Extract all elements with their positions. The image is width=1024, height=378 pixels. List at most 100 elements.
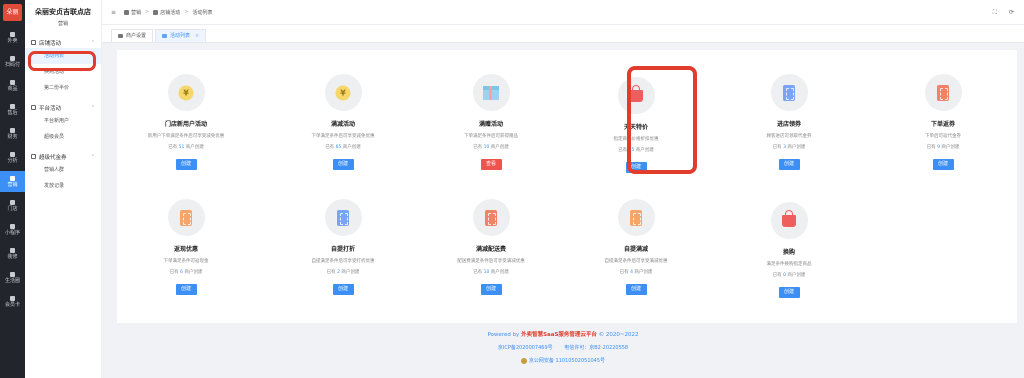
create-button[interactable]: 创建 — [625, 284, 647, 295]
rail-item[interactable]: 生活圈 — [0, 267, 25, 288]
create-button[interactable]: 创建 — [480, 284, 502, 295]
shop-icon — [162, 34, 168, 38]
activity-count: 已有 0 商户创建 — [724, 272, 854, 278]
refresh-icon[interactable]: ⟳ — [1009, 9, 1014, 17]
rail-item[interactable]: 商品 — [0, 75, 25, 96]
count-suffix: 商户创建 — [182, 270, 203, 275]
activity-description: 自提满足条件后可享受打折优惠 — [311, 259, 375, 264]
sidebar-item[interactable]: 超级会员 — [25, 129, 101, 145]
rail-icon — [10, 295, 15, 301]
create-button[interactable]: 创建 — [332, 284, 354, 295]
coin-icon: ¥ — [335, 85, 351, 100]
police-link[interactable]: 京公网安备 11010502051045号 — [529, 357, 605, 364]
activity-icon-circle — [770, 202, 808, 239]
tab-merchant-settings[interactable]: 商户设置 — [111, 29, 154, 42]
sidebar-group[interactable]: 超级代金券 ⌃ — [25, 151, 101, 162]
rail-item[interactable]: 售后 — [0, 99, 25, 120]
powered-brand[interactable]: 外卖智慧SaaS服务管理云平台 — [521, 332, 597, 338]
activity-title: 进店领券 — [776, 121, 801, 128]
chevron-up-icon: ⌃ — [90, 39, 95, 46]
rail-label: 生活圈 — [4, 277, 20, 284]
brand-logo[interactable]: 朵丽 — [3, 4, 22, 21]
sidebar-item[interactable]: 发放记录 — [25, 178, 101, 194]
sidebar-group[interactable]: 平台活动 ⌃ — [25, 102, 101, 113]
telecom-license-link[interactable]: 电信许可：京B2-20220558 — [564, 345, 628, 351]
count-prefix: 已有 — [772, 145, 784, 150]
activity-icon-circle — [324, 199, 362, 236]
sidebar-group[interactable]: 店铺活动 ⌃ — [25, 37, 101, 48]
rail-item[interactable]: 小程序 — [0, 219, 25, 240]
rail-icon — [10, 199, 15, 205]
rail-label: 会员卡 — [4, 301, 20, 308]
rail-item[interactable]: 营销 — [0, 171, 25, 192]
rail-item[interactable]: 外卖 — [0, 27, 25, 48]
close-icon[interactable]: × — [195, 30, 199, 43]
group-label: 平台活动 — [39, 105, 62, 112]
activity-icon-circle — [617, 199, 655, 236]
sidebar-item[interactable]: 营销人群 — [25, 162, 101, 178]
rail-item[interactable]: 扫码付 — [0, 51, 25, 72]
rail-item[interactable]: 财务 — [0, 123, 25, 144]
top-actions: ⛶ ⟳ — [993, 9, 1014, 17]
activity-card: 满赠活动 下单满足条件后可获得赠品 已有 10 商户创建 查看 — [426, 74, 556, 170]
create-button[interactable]: 创建 — [332, 159, 354, 170]
activity-count: 已有 65 商户创建 — [278, 144, 408, 150]
sidebar-item[interactable]: 第二份半价 — [25, 80, 101, 96]
coupon-icon — [485, 209, 497, 226]
rail-item[interactable]: 会员卡 — [0, 291, 25, 312]
rail-item[interactable]: 门店 — [0, 195, 25, 216]
activity-description: 满足条件换购指定商品 — [766, 262, 812, 267]
create-button[interactable]: 创建 — [778, 159, 800, 170]
fullscreen-icon[interactable]: ⛶ — [993, 9, 997, 17]
create-button[interactable]: 创建 — [932, 159, 954, 170]
count-suffix: 商户创建 — [785, 145, 806, 150]
store-icon — [153, 9, 159, 15]
activity-icon-circle: ¥ — [324, 74, 362, 111]
sidebar-item[interactable]: 平台新用户 — [25, 113, 101, 129]
coupon-icon — [180, 209, 192, 226]
coin-icon: ¥ — [178, 85, 194, 100]
count-prefix: 已有 — [473, 270, 484, 275]
activity-card: 下单返券 下单后可返代金券 已有 9 商户创建 创建 — [878, 74, 1008, 170]
activity-card: 自提打折 自提满足条件后可享受打折优惠 已有 2 商户创建 创建 — [278, 199, 408, 295]
top-bar: ≡ 营销 > 店铺活动 > 活动列表 ⛶ ⟳ — [102, 0, 1024, 25]
page-footer: Powered by 外卖智慧SaaS服务管理云平台 © 2020~2022 京… — [102, 330, 1024, 364]
rail-label: 售后 — [7, 109, 18, 116]
rail-label: 财务 — [7, 133, 18, 140]
activity-description: 新用户下单满足条件后可享受减免优惠 — [147, 134, 225, 139]
create-button[interactable]: 创建 — [175, 159, 197, 170]
activity-card: ¥ 满减活动 下单满足条件后可享受减免优惠 已有 65 商户创建 创建 — [278, 74, 408, 170]
breadcrumb-item: 活动列表 — [192, 9, 213, 16]
powered-prefix: Powered by — [487, 332, 522, 338]
breadcrumb-item[interactable]: 营销 — [131, 9, 141, 16]
tab-activity-list[interactable]: 活动列表 × — [155, 29, 207, 43]
activity-title: 下单返券 — [930, 121, 955, 128]
create-button[interactable]: 创建 — [778, 287, 800, 298]
breadcrumb: 营销 > 店铺活动 > 活动列表 — [124, 9, 212, 16]
activity-card: 进店领券 顾客进店可领取代金券 已有 3 商户创建 创建 — [724, 74, 854, 170]
create-button[interactable]: 创建 — [175, 284, 197, 295]
count-suffix: 商户创建 — [489, 270, 509, 275]
count-prefix: 已有 — [473, 145, 484, 150]
count-suffix: 商户创建 — [785, 273, 806, 278]
count-suffix: 商户创建 — [939, 145, 960, 150]
breadcrumb-item[interactable]: 店铺活动 — [160, 9, 180, 16]
activity-title: 自提打折 — [330, 246, 355, 253]
activity-card: 返现优惠 下单满足条件可返现金 已有 6 商户创建 创建 — [121, 199, 251, 295]
rail-icon — [10, 223, 15, 229]
rail-item[interactable]: 分析 — [0, 147, 25, 168]
view-button[interactable]: 查看 — [480, 159, 502, 170]
rail-label: 分析 — [7, 157, 18, 164]
rail-label: 小程序 — [4, 229, 20, 236]
activity-title: 自提满减 — [623, 246, 648, 253]
breadcrumb-separator: > — [184, 9, 189, 15]
icp-link[interactable]: 京ICP备2020007469号 — [498, 345, 553, 351]
rail-icon — [10, 127, 15, 133]
activity-count: 已有 4 商户创建 — [571, 269, 701, 275]
menu-fold-icon[interactable]: ≡ — [111, 9, 116, 16]
count-suffix: 商户创建 — [184, 145, 204, 150]
breadcrumb-separator: > — [145, 9, 150, 15]
activity-icon-circle — [472, 74, 510, 111]
group-label: 店铺活动 — [39, 40, 62, 47]
rail-item[interactable]: 装修 — [0, 243, 25, 264]
